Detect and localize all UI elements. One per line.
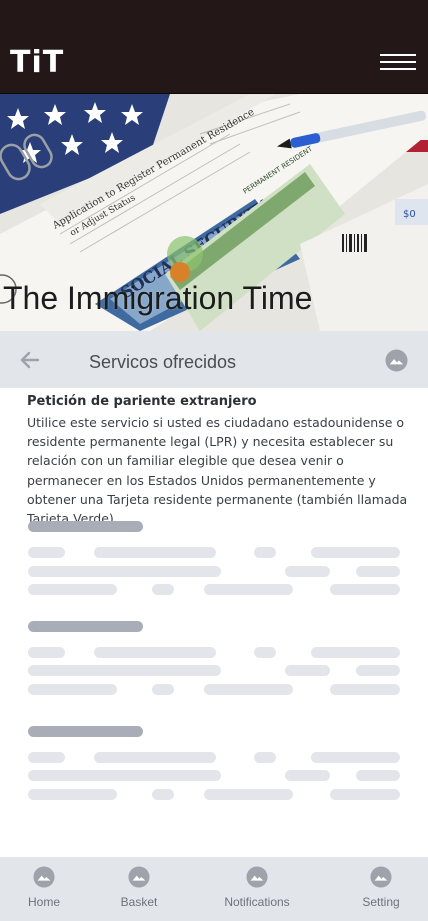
skeleton-line: [152, 684, 174, 695]
skeleton-line: [152, 584, 174, 595]
nav-item-setting[interactable]: Setting: [358, 866, 404, 909]
skeleton-heading: [28, 521, 143, 532]
hero-title: The Immigration Time: [3, 280, 313, 316]
skeleton-line: [254, 647, 276, 658]
back-arrow-icon[interactable]: [18, 348, 42, 372]
skeleton-line: [356, 566, 400, 577]
nav-item-notifications[interactable]: Notifications: [220, 866, 294, 909]
skeleton-line: [28, 770, 221, 781]
skeleton-line: [28, 584, 117, 595]
nav-item-basket[interactable]: Basket: [116, 866, 162, 909]
skeleton-line: [204, 789, 293, 800]
skeleton-line: [204, 684, 293, 695]
menu-line: [380, 68, 416, 70]
brand-logo[interactable]: TiT: [10, 46, 64, 80]
svg-text:$0: $0: [403, 209, 416, 220]
top-bar: TiT: [0, 0, 428, 94]
skeleton-line: [28, 566, 221, 577]
content-title: Petición de pariente extranjero: [27, 394, 257, 409]
skeleton-heading: [28, 621, 143, 632]
skeleton-line: [28, 547, 65, 558]
skeleton-line: [285, 770, 330, 781]
hero-banner: Application to Register Permanent Reside…: [0, 94, 428, 331]
skeleton-line: [28, 684, 117, 695]
skeleton-line: [254, 547, 276, 558]
nav-item-label: Notifications: [224, 895, 290, 909]
skeleton-line: [311, 647, 400, 658]
menu-line: [380, 54, 416, 56]
skeleton-line: [356, 770, 400, 781]
nav-item-label: Home: [27, 895, 60, 909]
skeleton-line: [152, 789, 174, 800]
image-icon: [370, 866, 392, 888]
nav-item-label: Setting: [362, 895, 400, 909]
skeleton-line: [254, 752, 276, 763]
image-icon: [33, 866, 55, 888]
image-icon: [246, 866, 268, 888]
section-title: Servicos ofrecidos: [89, 352, 237, 372]
skeleton-line: [356, 665, 400, 676]
nav-item-home[interactable]: Home: [22, 866, 66, 909]
nav-item-label: Basket: [120, 895, 158, 909]
skeleton-line: [28, 665, 221, 676]
skeleton-line: [285, 566, 330, 577]
skeleton-line: [330, 684, 400, 695]
skeleton-line: [330, 584, 400, 595]
skeleton-line: [28, 647, 65, 658]
skeleton-heading: [28, 726, 143, 737]
content-body: Utilice este servicio si usted es ciudad…: [27, 415, 408, 527]
skeleton-line: [94, 647, 216, 658]
image-icon: [128, 866, 150, 888]
skeleton-line: [204, 584, 293, 595]
skeleton-line: [311, 752, 400, 763]
skeleton-line: [94, 547, 216, 558]
skeleton-line: [330, 789, 400, 800]
skeleton-line: [311, 547, 400, 558]
skeleton-line: [28, 752, 65, 763]
skeleton-line: [285, 665, 330, 676]
hamburger-menu-icon[interactable]: [380, 54, 418, 74]
app-screen: TiT Application to Register Permanent Re…: [0, 0, 428, 921]
skeleton-line: [94, 752, 216, 763]
skeleton-line: [28, 789, 117, 800]
menu-line: [380, 61, 416, 63]
image-icon[interactable]: [385, 349, 408, 372]
